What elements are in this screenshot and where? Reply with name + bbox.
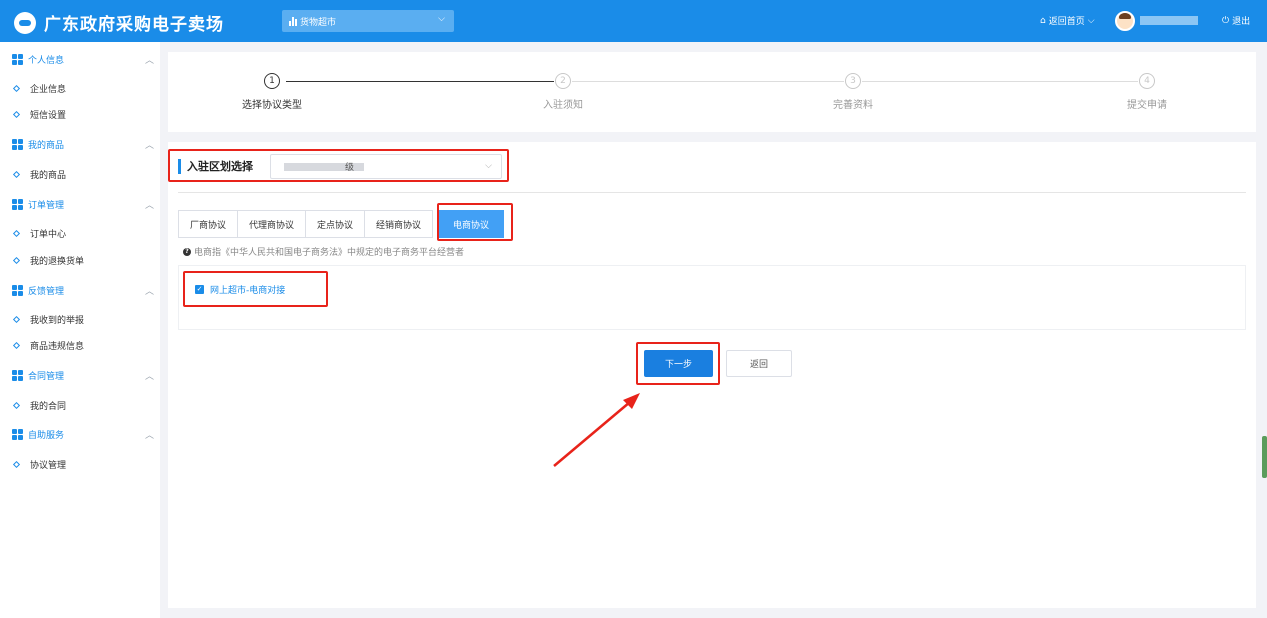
scrollbar-handle[interactable] [1262,436,1267,478]
annotation-arrow [553,393,640,467]
